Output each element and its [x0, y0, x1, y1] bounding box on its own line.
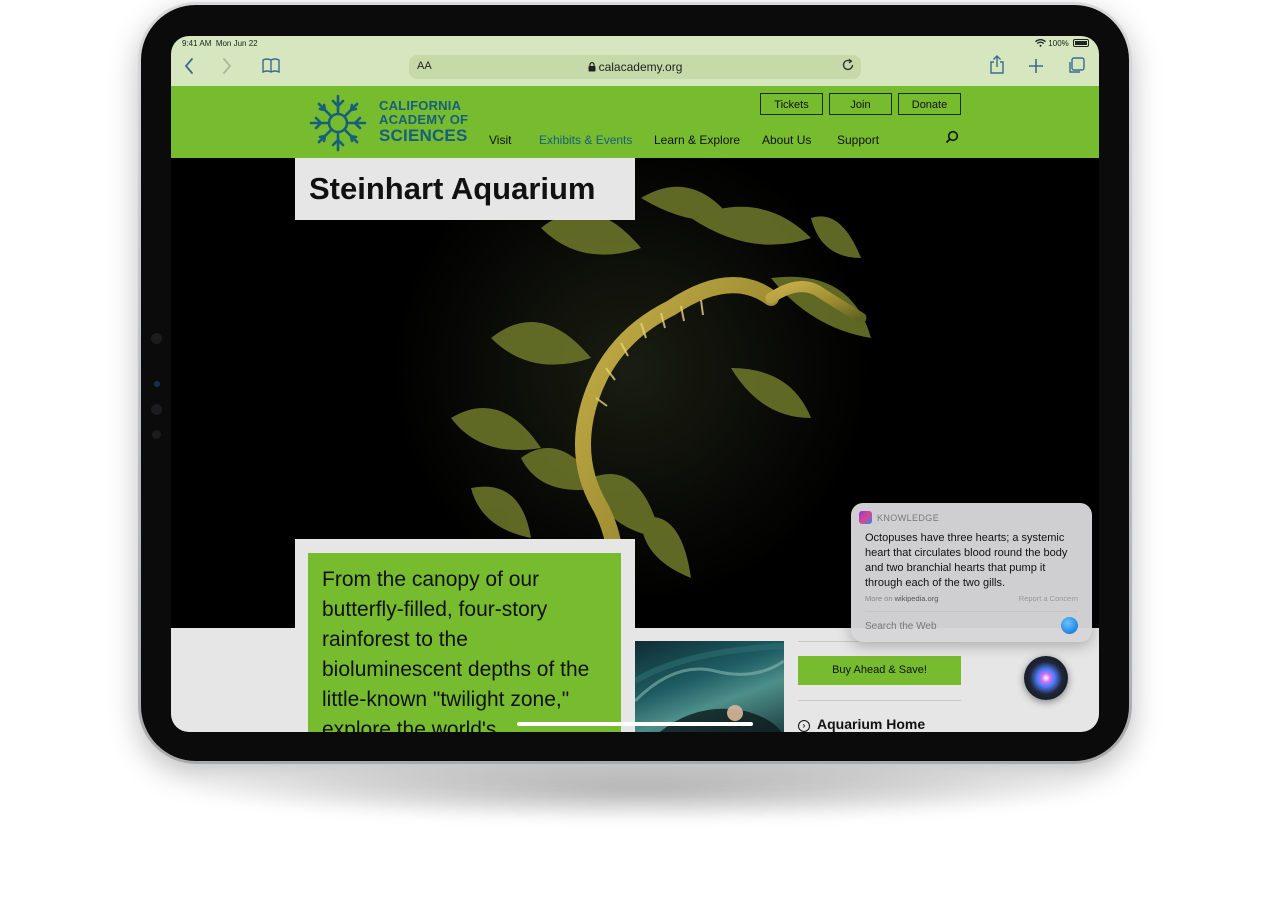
- aquarium-home-link[interactable]: › Aquarium Home: [798, 716, 925, 732]
- nav-support[interactable]: Support: [837, 133, 879, 147]
- url-field[interactable]: calacademy.org: [409, 60, 861, 74]
- status-indicators: 100%: [1035, 39, 1089, 48]
- siri-card-header: KNOWLEDGE: [877, 513, 940, 523]
- page-title-box: Steinhart Aquarium: [295, 158, 635, 220]
- camera-icon: [154, 381, 160, 387]
- nav-exhibits-events[interactable]: Exhibits & Events: [539, 133, 632, 147]
- siri-card-body: Octopuses have three hearts; a systemic …: [865, 532, 1068, 589]
- aquarium-tunnel-art: [635, 643, 784, 732]
- logo-line-3: SCIENCES: [379, 126, 468, 145]
- lock-icon: [588, 62, 596, 72]
- buy-ahead-button[interactable]: Buy Ahead & Save!: [798, 656, 961, 685]
- donate-button[interactable]: Donate: [898, 93, 961, 115]
- safari-icon[interactable]: [1061, 617, 1078, 634]
- siri-source-link[interactable]: wikipedia.org: [895, 594, 939, 603]
- tabs-icon[interactable]: [1067, 57, 1085, 75]
- siri-more-on: More on: [865, 594, 893, 603]
- logo-line-2: ACADEMY OF: [379, 112, 469, 127]
- sensor-dot: [151, 333, 162, 344]
- siri-divider: [865, 611, 1078, 612]
- status-time: 9:41 AM Mon Jun 22: [182, 39, 258, 48]
- academy-logo-text[interactable]: CALIFORNIA ACADEMY OF SCIENCES: [379, 99, 468, 145]
- siri-source[interactable]: More on wikipedia.org: [865, 594, 938, 603]
- sensor-dot: [151, 404, 162, 415]
- device-shadow: [190, 760, 1090, 820]
- status-date: Mon Jun 22: [215, 39, 258, 48]
- nav-about-us[interactable]: About Us: [762, 133, 811, 147]
- search-the-web-button[interactable]: Search the Web: [865, 621, 937, 632]
- page-title: Steinhart Aquarium: [309, 171, 596, 206]
- chevron-circle-icon: ›: [798, 720, 810, 732]
- nav-learn-explore[interactable]: Learn & Explore: [654, 133, 740, 147]
- forward-icon[interactable]: [221, 57, 233, 75]
- battery-icon: [1073, 39, 1089, 47]
- aquarium-tunnel-image[interactable]: [635, 641, 784, 732]
- report-concern-link[interactable]: Report a Concern: [1019, 594, 1078, 603]
- siri-orb-icon[interactable]: [1024, 656, 1068, 700]
- join-button[interactable]: Join: [829, 93, 892, 115]
- new-tab-icon[interactable]: [1028, 58, 1044, 74]
- search-icon[interactable]: [945, 130, 959, 144]
- back-icon[interactable]: [183, 57, 195, 75]
- url-text: calacademy.org: [598, 60, 683, 74]
- sensor-dot: [152, 430, 161, 439]
- siri-knowledge-card[interactable]: KNOWLEDGE Octopuses have three hearts; a…: [851, 503, 1092, 642]
- reload-icon[interactable]: [841, 58, 855, 72]
- nav-visit[interactable]: Visit: [489, 133, 511, 147]
- sidebar-divider: [798, 700, 961, 701]
- tickets-button[interactable]: Tickets: [760, 93, 823, 115]
- battery-percent: 100%: [1048, 39, 1069, 48]
- promo-block: From the canopy of our butterfly-filled,…: [308, 553, 621, 732]
- home-indicator[interactable]: [517, 722, 753, 726]
- address-bar[interactable]: AA calacademy.org: [409, 55, 861, 79]
- browser-toolbar: 9:41 AM Mon Jun 22 100% AA calacademy.or…: [171, 36, 1099, 86]
- share-icon[interactable]: [989, 55, 1005, 75]
- promo-text: From the canopy of our butterfly-filled,…: [322, 568, 590, 732]
- bookmarks-icon[interactable]: [262, 57, 280, 75]
- siri-icon: [859, 511, 872, 524]
- academy-logo-icon[interactable]: [307, 92, 369, 154]
- aquarium-home-label: Aquarium Home: [817, 716, 926, 732]
- ipad-screen: 9:41 AM Mon Jun 22 100% AA calacademy.or…: [171, 36, 1099, 732]
- logo-line-1: CALIFORNIA: [379, 98, 462, 113]
- site-header: CALIFORNIA ACADEMY OF SCIENCES Tickets J…: [171, 86, 1099, 158]
- wifi-icon: [1035, 39, 1047, 47]
- compass-icon: [1066, 622, 1073, 629]
